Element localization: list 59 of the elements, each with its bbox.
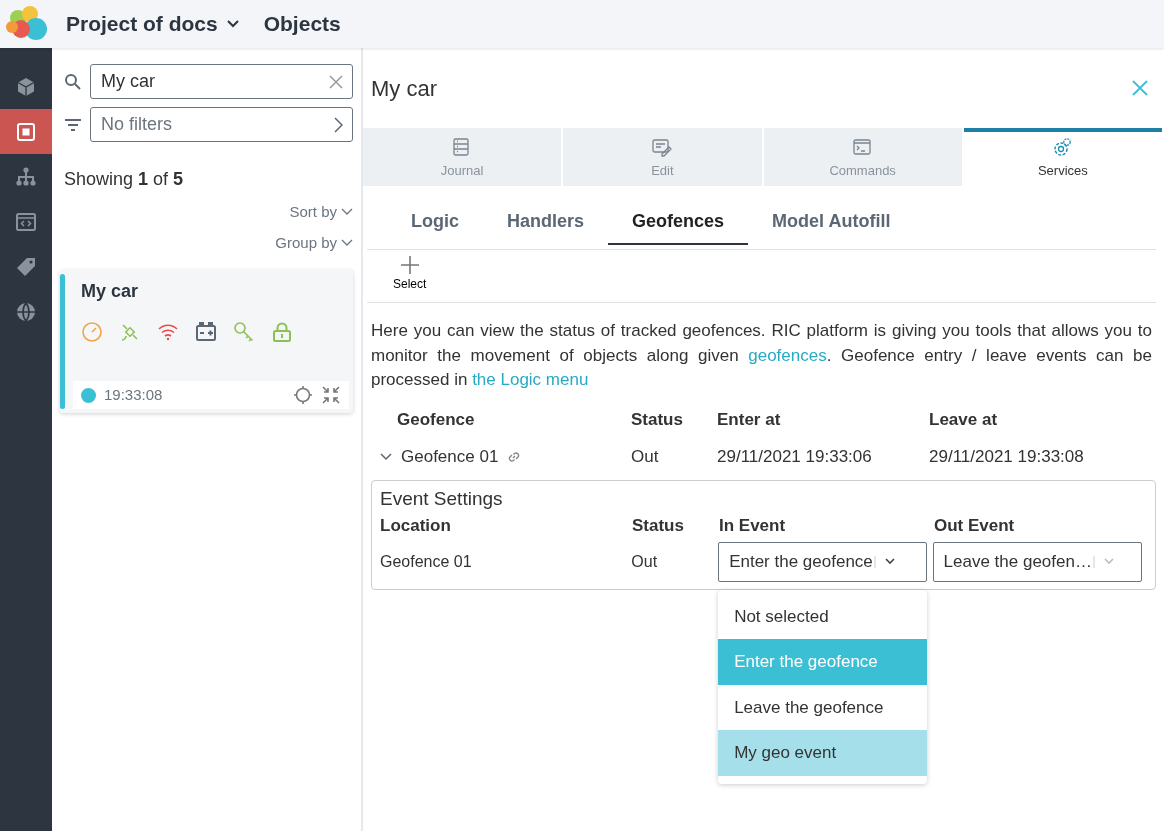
table-cell: Geofence 01 [380,552,472,570]
table-cell-text: Geofence 01 [401,446,499,469]
table-cell: Out [631,447,659,467]
section-title: Objects [263,11,341,38]
panel-title: My car [371,74,437,103]
table-cell: 29/11/2021 19:33:08 [929,447,1084,467]
cube-icon [15,75,37,98]
column-header-text: Status [632,516,684,536]
project-title[interactable]: Project of docs [66,8,218,40]
dropdown-option[interactable]: Not selected [718,593,928,640]
subtab[interactable]: Logic [387,202,483,245]
square-target-icon [15,120,37,143]
gears-icon [1051,137,1074,158]
edit-icon [651,137,674,158]
filter-field[interactable]: No filters [90,107,353,142]
hierarchy-icon [15,165,37,188]
collapse-icon[interactable] [321,385,341,405]
globe-icon [15,300,37,323]
table-cell: 29/11/2021 19:33:06 [717,447,872,467]
column-header-text: Location [380,516,451,536]
search-field[interactable]: My car [90,64,353,99]
object-name: My car [80,280,140,303]
column-header-text: Out Event [934,516,1015,536]
subtab[interactable]: Geofences [608,202,749,245]
chevron-down-icon[interactable] [379,452,393,463]
filter-icon [64,117,82,132]
logo-icon [4,5,50,43]
description-text: Here you can view the status of tracked geofences. RIC platform is giving you tools that allows you to monitor the movement of objects along given geofences. Geofence entry / leave events can be processed in the Logic menu [370,320,1153,392]
chevron-down-icon[interactable] [225,19,240,29]
chevron-right-icon [333,116,343,133]
object-card[interactable]: My car 19:33:08 [60,270,353,413]
subtab[interactable]: Handlers [483,202,609,245]
column-header: Leave at [928,408,999,431]
sidebar-item[interactable] [0,109,52,154]
last-update-time: 19:33:08 [104,384,163,405]
dropdown-option[interactable]: Leave the geofence [718,684,928,731]
sort-by-button[interactable]: Sort by [289,201,353,224]
subtab[interactable]: Model Autofill [748,202,915,245]
chevron-down-icon [341,208,353,217]
select-field[interactable]: Enter the geofence [718,541,928,582]
plus-icon [399,255,420,275]
select-field[interactable]: Leave the geofen… [932,541,1142,582]
group-by-button[interactable]: Group by [275,231,353,254]
close-icon[interactable] [1132,80,1148,96]
column-header-text: In Event [719,516,786,536]
search-icon [64,72,82,91]
locate-icon[interactable] [293,385,313,405]
table-cell: Out [631,552,658,570]
column-header: Status [630,408,684,431]
column-header: Enter at [716,408,782,431]
code-window-icon [15,210,37,233]
terminal-icon [851,137,874,158]
clear-icon[interactable] [329,74,343,89]
dropdown-option[interactable]: My geo event [718,730,928,776]
event-settings-title: Event Settings [380,486,504,511]
tag-icon [15,255,37,278]
results-count: Showing 1 of 5 [64,168,185,191]
column-header: Geofence [396,408,476,431]
chevron-down-icon [341,238,353,247]
